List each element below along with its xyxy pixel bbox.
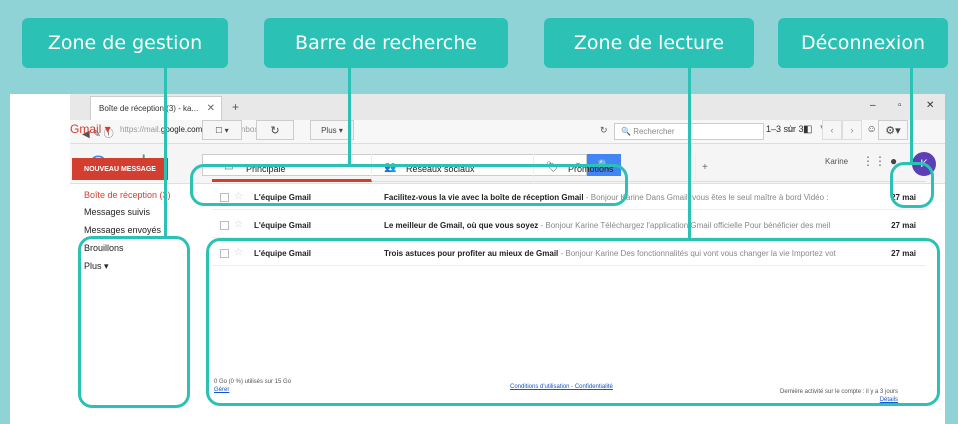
compose-button[interactable]: NOUVEAU MESSAGE: [72, 158, 168, 180]
star-icon[interactable]: ☆: [234, 219, 243, 230]
connector-line: [688, 68, 691, 238]
search-bar-highlight: [190, 164, 628, 206]
close-window-button[interactable]: ✕: [926, 100, 934, 111]
callout-reading-zone: Zone de lecture: [544, 18, 754, 68]
new-tab-button[interactable]: +: [232, 100, 239, 114]
management-zone-highlight: [78, 236, 190, 408]
gear-icon: ⚙▾: [885, 124, 901, 137]
refresh-button[interactable]: ↻: [256, 120, 294, 140]
chevron-left-icon: ‹: [830, 125, 834, 135]
connector-line: [348, 68, 351, 164]
browser-tab-bar: Boîte de réception (3) - ka... ✕ + – ▫ ✕: [70, 94, 945, 120]
prev-page-button[interactable]: ‹: [822, 120, 842, 140]
select-checkbox-button[interactable]: ☐ ▾: [202, 120, 242, 140]
sidebar-item-starred[interactable]: Messages suivis: [84, 207, 150, 217]
close-tab-icon[interactable]: ✕: [207, 103, 215, 114]
connector-line: [910, 68, 913, 162]
tab-title: Boîte de réception (3) - ka...: [99, 104, 199, 113]
callout-logout: Déconnexion: [778, 18, 948, 68]
chevron-right-icon: ›: [850, 125, 854, 135]
sidebar-item-inbox[interactable]: Boîte de réception (3): [84, 190, 171, 200]
message-date: 27 mai: [891, 221, 916, 230]
next-page-button[interactable]: ›: [842, 120, 862, 140]
browser-tab[interactable]: Boîte de réception (3) - ka... ✕: [90, 96, 222, 120]
add-tab-button[interactable]: +: [702, 162, 708, 173]
reload-icon[interactable]: ↻: [600, 125, 608, 136]
logout-highlight: [890, 162, 934, 208]
settings-button[interactable]: ⚙▾: [878, 120, 908, 140]
minimize-button[interactable]: –: [870, 100, 876, 111]
table-row[interactable]: ☆ L'équipe Gmail Le meilleur de Gmail, o…: [212, 214, 926, 238]
sidebar-item-sent[interactable]: Messages envoyés: [84, 225, 161, 235]
reading-zone-highlight: [206, 238, 940, 406]
message-subject: Le meilleur de Gmail, où que vous soyez …: [384, 221, 831, 230]
callout-label: Barre de recherche: [295, 32, 477, 54]
maximize-button[interactable]: ▫: [898, 100, 902, 111]
gmail-menu[interactable]: Gmail ▾: [70, 122, 111, 136]
message-sender: L'équipe Gmail: [254, 221, 312, 230]
refresh-icon: ↻: [270, 124, 280, 137]
callout-management-zone: Zone de gestion: [22, 18, 228, 68]
connector-line: [164, 68, 167, 236]
pagination-count: 1–3 sur 3: [766, 124, 804, 134]
row-checkbox[interactable]: [220, 221, 229, 230]
callout-label: Zone de lecture: [573, 32, 725, 54]
callout-search-bar: Barre de recherche: [264, 18, 508, 68]
callout-label: Zone de gestion: [47, 32, 203, 54]
callout-label: Déconnexion: [800, 32, 926, 54]
